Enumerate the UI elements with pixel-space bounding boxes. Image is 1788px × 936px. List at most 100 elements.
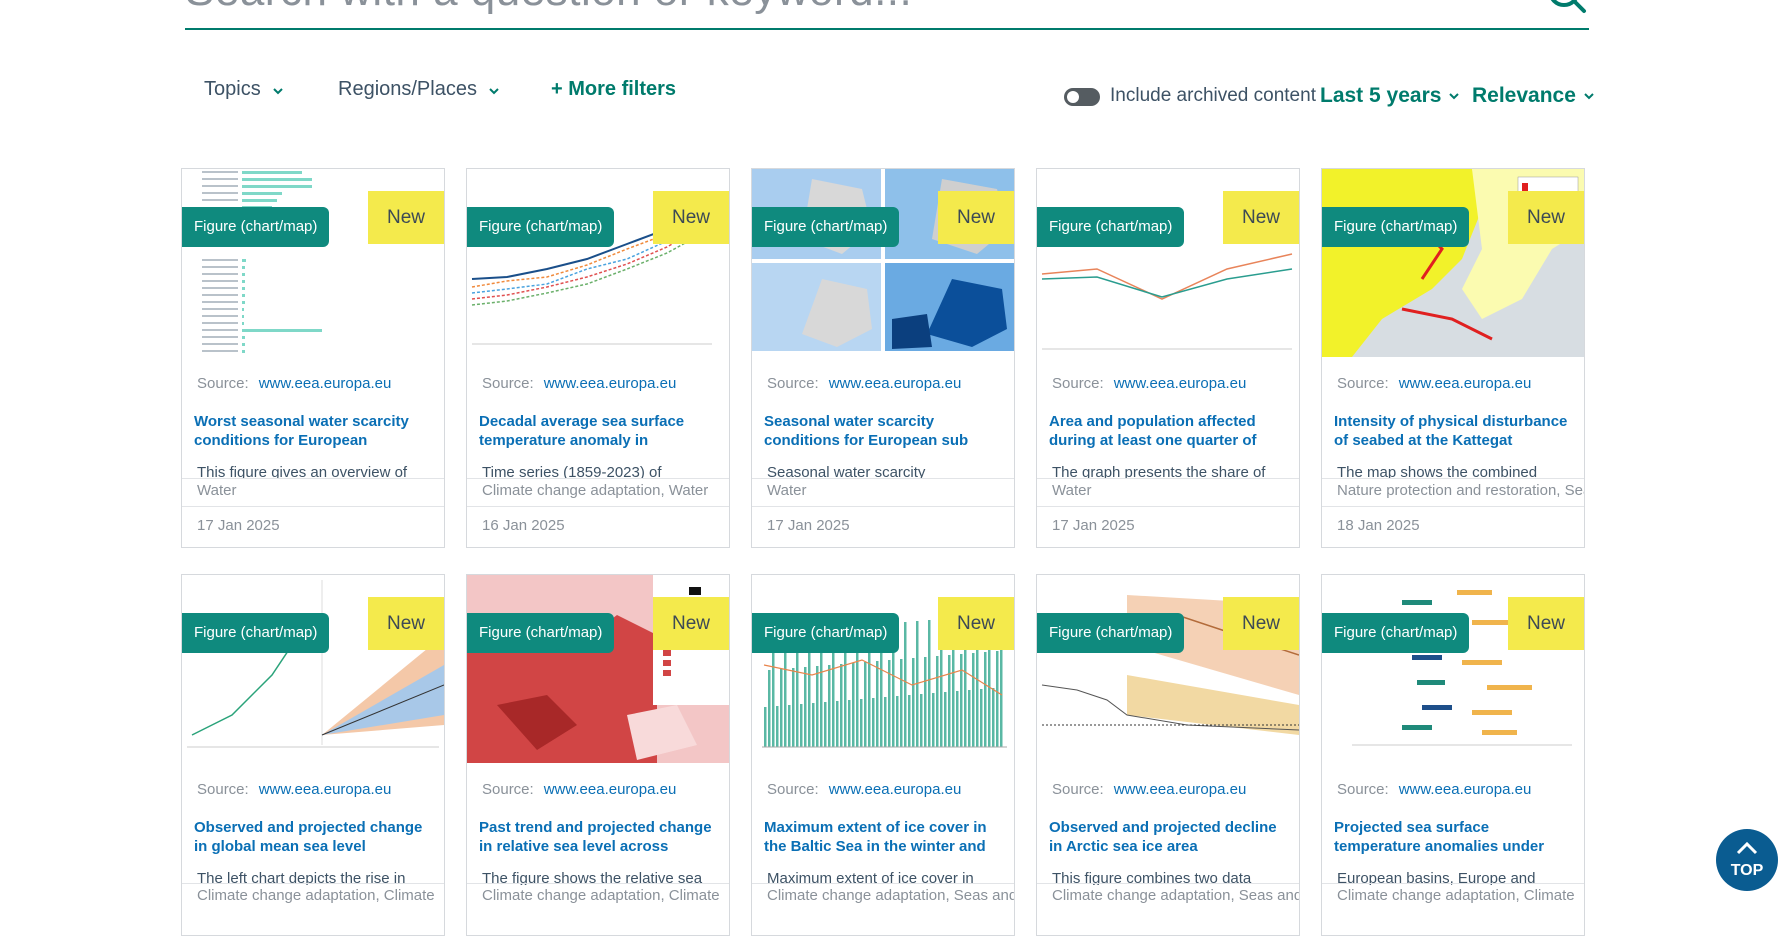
card-title[interactable]: Seasonal water scarcity conditions for E… <box>764 412 1004 450</box>
more-filters-button[interactable]: + More filters <box>551 78 676 101</box>
source-label: Source: <box>767 781 819 798</box>
source-link[interactable]: www.eea.europa.eu <box>1399 781 1532 798</box>
source-line: Source: www.eea.europa.eu <box>767 781 961 798</box>
arrow-up-icon <box>1736 841 1758 855</box>
source-label: Source: <box>1337 375 1389 392</box>
source-label: Source: <box>482 781 534 798</box>
source-link[interactable]: www.eea.europa.eu <box>544 781 677 798</box>
result-card[interactable]: Figure (chart/map) New Source: www.eea.eu… <box>1036 168 1300 548</box>
archived-toggle[interactable] <box>1064 88 1100 106</box>
new-badge: New <box>1508 597 1584 650</box>
card-date: 16 Jan 2025 <box>467 506 729 546</box>
back-to-top-button[interactable]: TOP <box>1716 829 1778 891</box>
new-badge: New <box>368 191 444 244</box>
content-type-label: Figure (chart/map) <box>1322 613 1470 653</box>
card-title[interactable]: Past trend and projected change in relat… <box>479 818 719 856</box>
card-topics: Water <box>1037 478 1299 506</box>
card-title[interactable]: Observed and projected decline in Arctic… <box>1049 818 1289 856</box>
source-line: Source: www.eea.europa.eu <box>1337 781 1531 798</box>
content-type-label: Figure (chart/map) <box>182 207 330 247</box>
source-line: Source: www.eea.europa.eu <box>482 781 676 798</box>
source-link[interactable]: www.eea.europa.eu <box>829 375 962 392</box>
content-type-label: Figure (chart/map) <box>1037 613 1185 653</box>
chevron-down-icon <box>1449 93 1460 100</box>
source-label: Source: <box>1052 375 1104 392</box>
new-badge: New <box>938 191 1014 244</box>
source-line: Source: www.eea.europa.eu <box>1052 375 1246 392</box>
source-label: Source: <box>482 375 534 392</box>
card-topics: Water <box>182 478 444 506</box>
card-topics: Nature protection and restoration, Seas … <box>1322 478 1584 506</box>
source-label: Source: <box>767 375 819 392</box>
content-type-label: Figure (chart/map) <box>1322 207 1470 247</box>
back-to-top-label: TOP <box>1730 862 1764 879</box>
card-title[interactable]: Area and population affected during at l… <box>1049 412 1289 450</box>
source-line: Source: www.eea.europa.eu <box>1052 781 1246 798</box>
card-description: This figure gives an overview of <box>197 464 408 479</box>
new-badge: New <box>368 597 444 650</box>
new-badge: New <box>938 597 1014 650</box>
card-topics: Climate change adaptation, Seas and coas… <box>1037 883 1299 911</box>
card-title[interactable]: Observed and projected change in global … <box>194 818 434 856</box>
search-icon[interactable] <box>1547 0 1587 18</box>
topics-dropdown-label: Topics <box>204 78 261 100</box>
regions-dropdown[interactable]: Regions/Places <box>338 78 501 101</box>
card-date: 18 Jan 2025 <box>1322 506 1584 546</box>
time-range-dropdown[interactable]: Last 5 years <box>1320 84 1461 108</box>
toggle-knob <box>1067 91 1079 103</box>
content-type-label: Figure (chart/map) <box>467 207 615 247</box>
source-link[interactable]: www.eea.europa.eu <box>259 781 392 798</box>
card-topics: Climate change adaptation, Climate <box>182 883 444 911</box>
result-card[interactable]: Figure (chart/map) New Source: www.eea.eu… <box>181 168 445 548</box>
card-title[interactable]: Worst seasonal water scarcity conditions… <box>194 412 434 450</box>
new-badge: New <box>1508 191 1584 244</box>
source-link[interactable]: www.eea.europa.eu <box>544 375 677 392</box>
filter-bar: Topics Regions/Places + More filters Inc… <box>0 70 1788 120</box>
content-type-label: Figure (chart/map) <box>467 613 615 653</box>
sort-dropdown[interactable]: Relevance <box>1472 84 1596 108</box>
source-link[interactable]: www.eea.europa.eu <box>1114 375 1247 392</box>
regions-dropdown-label: Regions/Places <box>338 78 477 100</box>
card-title[interactable]: Projected sea surface temperature anomal… <box>1334 818 1574 856</box>
search-input[interactable]: Search with a question or keyword... <box>185 0 912 16</box>
card-topics: Climate change adaptation, Climate <box>467 883 729 911</box>
new-badge: New <box>1223 191 1299 244</box>
content-type-label: Figure (chart/map) <box>1037 207 1185 247</box>
result-card[interactable]: Figure (chart/map) New Source: www.eea.eu… <box>1036 574 1300 936</box>
result-card[interactable]: Figure (chart/map) New Source: www.eea.eu… <box>1321 168 1585 548</box>
card-date: 17 Jan 2025 <box>182 506 444 546</box>
card-description: The graph presents the share of <box>1052 464 1266 479</box>
content-type-label: Figure (chart/map) <box>752 613 900 653</box>
source-line: Source: www.eea.europa.eu <box>197 375 391 392</box>
card-description: Time series (1859-2023) of <box>482 464 662 479</box>
card-title[interactable]: Decadal average sea surface temperature … <box>479 412 719 450</box>
time-range-label: Last 5 years <box>1320 84 1442 107</box>
source-link[interactable]: www.eea.europa.eu <box>829 781 962 798</box>
chevron-down-icon <box>272 87 283 94</box>
source-link[interactable]: www.eea.europa.eu <box>1399 375 1532 392</box>
result-card[interactable]: Figure (chart/map) New Source: www.eea.eu… <box>751 574 1015 936</box>
source-link[interactable]: www.eea.europa.eu <box>1114 781 1247 798</box>
result-card[interactable]: Figure (chart/map) New Source: www.eea.eu… <box>466 168 730 548</box>
card-topics: Climate change adaptation, Water <box>467 478 729 506</box>
content-type-label: Figure (chart/map) <box>752 207 900 247</box>
card-topics: Climate change adaptation, Climate <box>1322 883 1584 911</box>
card-title[interactable]: Maximum extent of ice cover in the Balti… <box>764 818 1004 856</box>
source-line: Source: www.eea.europa.eu <box>482 375 676 392</box>
card-date: 17 Jan 2025 <box>1037 506 1299 546</box>
search-bar: Search with a question or keyword... <box>185 0 1589 30</box>
result-card[interactable]: Figure (chart/map) New Source: www.eea.eu… <box>181 574 445 936</box>
source-label: Source: <box>1052 781 1104 798</box>
result-card[interactable]: Figure (chart/map) New Source: www.eea.eu… <box>751 168 1015 548</box>
chevron-down-icon <box>489 87 499 94</box>
card-topics: Climate change adaptation, Seas and coas… <box>752 883 1014 911</box>
topics-dropdown[interactable]: Topics <box>204 78 285 101</box>
card-title[interactable]: Intensity of physical disturbance of sea… <box>1334 412 1574 450</box>
result-card[interactable]: Figure (chart/map) New Source: www.eea.eu… <box>1321 574 1585 936</box>
source-line: Source: www.eea.europa.eu <box>197 781 391 798</box>
archived-toggle-label: Include archived content <box>1110 85 1316 106</box>
source-link[interactable]: www.eea.europa.eu <box>259 375 392 392</box>
result-card[interactable]: Figure (chart/map) New Source: www.eea.eu… <box>466 574 730 936</box>
source-label: Source: <box>197 375 249 392</box>
new-badge: New <box>1223 597 1299 650</box>
